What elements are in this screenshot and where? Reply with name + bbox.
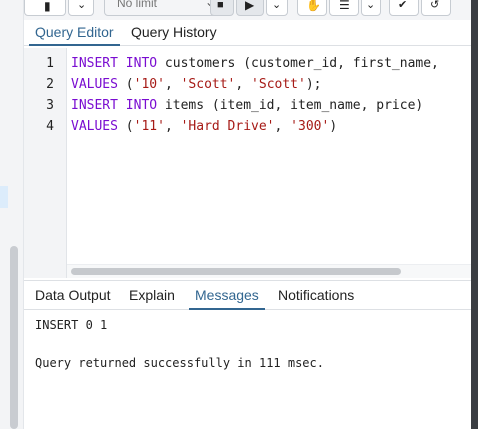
sql-string-literal: '10': [133, 77, 165, 92]
left-panel-scrollbar[interactable]: [10, 246, 18, 429]
messages-panel: INSERT 0 1 Query returned successfully i…: [24, 310, 471, 429]
code-line[interactable]: INSERT INTO items (item_id, item_name, p…: [71, 98, 423, 113]
line-number: 3: [46, 98, 54, 113]
commit-button[interactable]: ✔: [389, 0, 419, 16]
tab-explain[interactable]: Explain: [123, 281, 181, 310]
sql-text: customers (customer_id, first_name,: [157, 56, 439, 71]
sql-text: ,: [164, 119, 181, 134]
save-file-button[interactable]: ▮: [24, 0, 66, 16]
sql-string-literal: 'Scott': [180, 77, 236, 92]
commit-icon: ✔: [398, 0, 408, 11]
sql-text: ): [329, 119, 338, 134]
hand-icon: ✋: [306, 0, 321, 12]
sql-text: );: [305, 77, 322, 92]
line-number: 4: [46, 119, 54, 134]
sql-text: (: [117, 119, 134, 134]
explain-button[interactable]: ✋: [297, 0, 327, 16]
code-line[interactable]: INSERT INTO customers (customer_id, firs…: [71, 56, 439, 71]
sql-string-literal: '300': [290, 119, 330, 134]
sql-string-literal: '11': [133, 119, 165, 134]
tab-messages[interactable]: Messages: [189, 281, 265, 310]
macros-button[interactable]: ☰: [329, 0, 359, 16]
save-icon: ▮: [44, 0, 51, 13]
query-duration-text: Query returned successfully in 111 msec.: [35, 356, 324, 370]
editor-tab-bar: Query Editor Query History: [24, 20, 471, 46]
sql-keyword: INTO: [125, 56, 158, 71]
macros-dropdown[interactable]: ⌄: [361, 0, 381, 16]
sql-text: ,: [235, 77, 252, 92]
sql-string-literal: 'Hard Drive': [180, 119, 275, 134]
query-toolbar: ▮ ⌄ No limit ⌄ ■ ▶ ⌄ ✋ ☰ ⌄ ✔ ↺: [24, 0, 471, 20]
tab-notifications[interactable]: Notifications: [272, 281, 360, 310]
left-panel-edge: [0, 0, 24, 429]
execute-options-dropdown[interactable]: ⌄: [266, 0, 288, 16]
sql-text: items (item_id, item_name, price): [157, 98, 424, 113]
result-status-text: INSERT 0 1: [35, 318, 108, 332]
scrollbar-thumb[interactable]: [71, 268, 401, 275]
line-number: 2: [46, 77, 54, 92]
sql-keyword: INSERT: [71, 98, 118, 113]
rollback-icon: ↺: [430, 0, 440, 11]
window-edge: [471, 0, 478, 429]
selected-tree-item-edge[interactable]: [0, 186, 8, 208]
sql-keyword: VALUES: [71, 77, 118, 92]
play-icon: ▶: [245, 0, 255, 12]
chevron-down-icon: ⌄: [77, 0, 87, 11]
editor-horizontal-scrollbar[interactable]: [67, 264, 471, 278]
sql-keyword: VALUES: [71, 119, 118, 134]
sql-string-literal: 'Scott': [251, 77, 306, 92]
save-options-dropdown[interactable]: ⌄: [68, 0, 94, 16]
line-number: 1: [46, 56, 54, 71]
sql-keyword: INSERT: [71, 56, 118, 71]
chevron-down-icon: ⌄: [272, 0, 282, 11]
code-line[interactable]: VALUES ('11', 'Hard Drive', '300'): [71, 119, 337, 134]
row-limit-value: No limit: [117, 0, 158, 10]
tab-query-history[interactable]: Query History: [125, 20, 223, 46]
line-number-gutter: 1 2 3 4: [24, 48, 67, 278]
execute-button[interactable]: ▶: [236, 0, 264, 16]
sql-text: ,: [164, 77, 181, 92]
rollback-button[interactable]: ↺: [421, 0, 451, 16]
row-limit-select[interactable]: No limit ⌄: [104, 0, 222, 16]
sql-text: ,: [274, 119, 291, 134]
chevron-down-icon: ⌄: [366, 0, 376, 11]
tab-query-editor[interactable]: Query Editor: [29, 20, 120, 46]
list-icon: ☰: [339, 0, 350, 12]
sql-keyword: INTO: [125, 98, 158, 113]
stop-icon: ■: [217, 0, 224, 11]
results-tab-bar: Data Output Explain Messages Notificatio…: [24, 280, 471, 310]
code-line[interactable]: VALUES ('10', 'Scott', 'Scott');: [71, 77, 322, 92]
sql-text: (: [117, 77, 134, 92]
tab-data-output[interactable]: Data Output: [29, 281, 117, 310]
stop-button[interactable]: ■: [210, 0, 234, 16]
sql-editor[interactable]: 1 2 3 4 INSERT INTO customers (customer_…: [24, 48, 471, 278]
